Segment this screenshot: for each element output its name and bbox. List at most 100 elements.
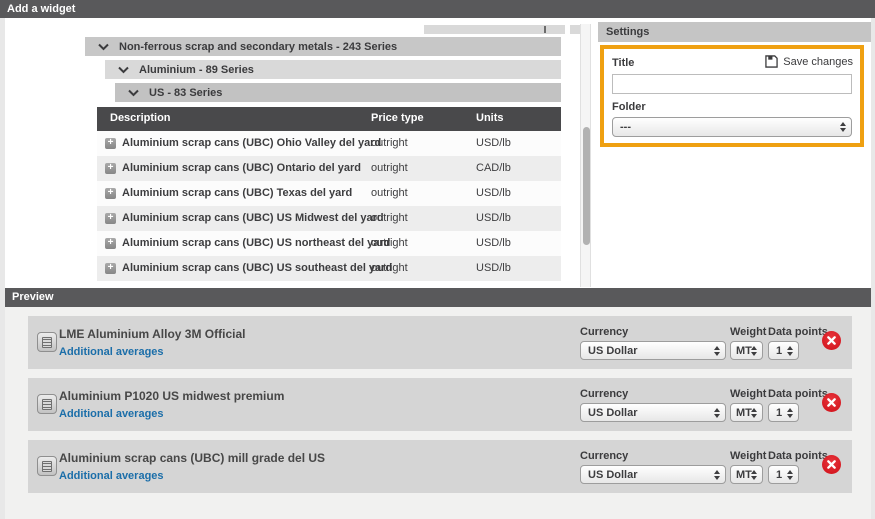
currency-select-value: US Dollar xyxy=(588,469,638,481)
delete-row-button[interactable] xyxy=(822,393,841,412)
preview-header: Preview xyxy=(5,288,871,307)
title-input[interactable] xyxy=(612,74,852,94)
series-units: USD/lb xyxy=(476,262,511,274)
series-price-type: outright xyxy=(371,187,408,199)
currency-label: Currency xyxy=(580,450,628,462)
series-price-type: outright xyxy=(371,137,408,149)
currency-select[interactable]: US Dollar xyxy=(580,465,726,484)
table-row[interactable]: + Aluminium scrap cans (UBC) US northeas… xyxy=(97,231,561,256)
series-note-icon xyxy=(37,456,57,476)
save-icon xyxy=(765,55,778,68)
tree-node-label: US - 83 Series xyxy=(149,87,222,99)
tree-node-label: Aluminium - 89 Series xyxy=(139,64,254,76)
add-series-icon[interactable]: + xyxy=(105,263,116,274)
preview-area: LME Aluminium Alloy 3M Official Addition… xyxy=(5,307,871,519)
chevron-down-icon[interactable] xyxy=(118,66,129,74)
select-arrows-icon xyxy=(714,408,720,418)
data-points-select-value: 1 xyxy=(776,469,782,481)
vertical-scrollbar[interactable] xyxy=(580,24,591,287)
save-changes-label: Save changes xyxy=(783,56,853,68)
chevron-down-icon[interactable] xyxy=(98,43,109,51)
dialog-title: Add a widget xyxy=(7,3,75,15)
series-description: Aluminium scrap cans (UBC) US southeast … xyxy=(122,262,392,274)
select-arrows-icon xyxy=(751,408,757,418)
chevron-down-icon[interactable] xyxy=(128,89,139,97)
currency-select-value: US Dollar xyxy=(588,345,638,357)
close-icon xyxy=(827,460,836,469)
select-arrows-icon xyxy=(787,408,793,418)
series-units: USD/lb xyxy=(476,212,511,224)
weight-select[interactable]: MT xyxy=(730,341,763,360)
add-series-icon[interactable]: + xyxy=(105,138,116,149)
close-icon xyxy=(827,336,836,345)
tree-node-metal[interactable]: Aluminium - 89 Series xyxy=(105,60,561,79)
series-table-header: Description Price type Units xyxy=(97,107,561,131)
series-price-type: outright xyxy=(371,212,408,224)
weight-select-value: MT xyxy=(736,469,752,481)
settings-header: Settings xyxy=(598,22,871,42)
data-points-select[interactable]: 1 xyxy=(768,465,799,484)
series-description: Aluminium scrap cans (UBC) Texas del yar… xyxy=(122,187,352,199)
add-series-icon[interactable]: + xyxy=(105,238,116,249)
select-arrows-icon xyxy=(751,346,757,356)
additional-averages-link[interactable]: Additional averages xyxy=(59,346,164,358)
select-arrows-icon xyxy=(787,346,793,356)
data-points-select[interactable]: 1 xyxy=(768,341,799,360)
currency-select-value: US Dollar xyxy=(588,407,638,419)
weight-select-value: MT xyxy=(736,407,752,419)
preview-title: Preview xyxy=(12,291,54,303)
additional-averages-link[interactable]: Additional averages xyxy=(59,470,164,482)
table-row[interactable]: + Aluminium scrap cans (UBC) US southeas… xyxy=(97,256,561,281)
add-series-icon[interactable]: + xyxy=(105,188,116,199)
preview-row-title: LME Aluminium Alloy 3M Official xyxy=(59,327,245,341)
column-description: Description xyxy=(110,112,171,124)
delete-row-button[interactable] xyxy=(822,331,841,350)
series-units: USD/lb xyxy=(476,237,511,249)
series-description: Aluminium scrap cans (UBC) Ohio Valley d… xyxy=(122,137,381,149)
series-description: Aluminium scrap cans (UBC) Ontario del y… xyxy=(122,162,361,174)
weight-select[interactable]: MT xyxy=(730,403,763,422)
add-series-icon[interactable]: + xyxy=(105,213,116,224)
select-arrows-icon xyxy=(840,122,846,132)
folder-label: Folder xyxy=(612,101,646,113)
vertical-scrollbar-thumb[interactable] xyxy=(583,127,590,245)
data-points-label: Data points xyxy=(768,388,828,400)
preview-row: Aluminium scrap cans (UBC) mill grade de… xyxy=(28,440,852,493)
currency-select[interactable]: US Dollar xyxy=(580,403,726,422)
tree-node-label: Non-ferrous scrap and secondary metals -… xyxy=(119,41,397,53)
data-points-select-value: 1 xyxy=(776,345,782,357)
currency-label: Currency xyxy=(580,388,628,400)
data-points-label: Data points xyxy=(768,326,828,338)
weight-label: Weight xyxy=(730,326,766,338)
currency-select[interactable]: US Dollar xyxy=(580,341,726,360)
save-changes-button[interactable]: Save changes xyxy=(765,55,853,68)
table-row[interactable]: + Aluminium scrap cans (UBC) US Midwest … xyxy=(97,206,561,231)
series-price-type: outright xyxy=(371,262,408,274)
column-units: Units xyxy=(476,112,504,124)
table-row[interactable]: + Aluminium scrap cans (UBC) Ohio Valley… xyxy=(97,131,561,156)
series-description: Aluminium scrap cans (UBC) US northeast … xyxy=(122,237,390,249)
preview-row: LME Aluminium Alloy 3M Official Addition… xyxy=(28,316,852,369)
series-note-icon xyxy=(37,332,57,352)
dialog-title-bar: Add a widget xyxy=(0,0,875,18)
series-price-type: outright xyxy=(371,237,408,249)
add-series-icon[interactable]: + xyxy=(105,163,116,174)
weight-select[interactable]: MT xyxy=(730,465,763,484)
title-label: Title xyxy=(612,57,634,69)
horizontal-scrollbar-thumb[interactable] xyxy=(544,26,546,33)
series-units: USD/lb xyxy=(476,137,511,149)
folder-select[interactable]: --- xyxy=(612,117,852,137)
tree-node-region[interactable]: US - 83 Series xyxy=(115,83,561,102)
table-row[interactable]: + Aluminium scrap cans (UBC) Ontario del… xyxy=(97,156,561,181)
currency-label: Currency xyxy=(580,326,628,338)
tree-node-category[interactable]: Non-ferrous scrap and secondary metals -… xyxy=(85,37,561,56)
series-units: USD/lb xyxy=(476,187,511,199)
additional-averages-link[interactable]: Additional averages xyxy=(59,408,164,420)
table-row[interactable]: + Aluminium scrap cans (UBC) Texas del y… xyxy=(97,181,561,206)
horizontal-scrollbar[interactable] xyxy=(424,25,565,34)
series-price-type: outright xyxy=(371,162,408,174)
delete-row-button[interactable] xyxy=(822,455,841,474)
data-points-select[interactable]: 1 xyxy=(768,403,799,422)
select-arrows-icon xyxy=(714,346,720,356)
series-description: Aluminium scrap cans (UBC) US Midwest de… xyxy=(122,212,384,224)
